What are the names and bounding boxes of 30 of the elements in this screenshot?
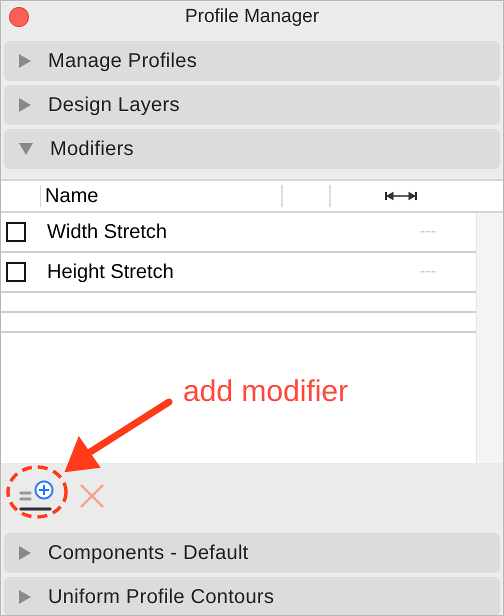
add-to-list-icon[interactable] — [19, 480, 55, 512]
expand-triangle-icon[interactable] — [18, 545, 32, 561]
annotation-circle — [5, 464, 69, 520]
table-row[interactable]: Width Stretch --- — [1, 213, 476, 253]
table-row[interactable]: Height Stretch --- — [1, 253, 476, 293]
width-icon — [385, 191, 417, 201]
section-title: Modifiers — [50, 137, 134, 162]
expand-triangle-icon[interactable] — [18, 97, 32, 113]
table-cell-text: --- — [420, 262, 436, 282]
section-title: Uniform Profile Contours — [48, 585, 274, 610]
section-header[interactable]: Uniform Profile Contours — [4, 577, 500, 615]
column-header[interactable]: Name — [41, 185, 283, 207]
checkbox[interactable] — [6, 262, 26, 282]
close-button[interactable] — [9, 7, 29, 27]
modifier-name: Height Stretch — [47, 260, 175, 285]
expand-triangle-icon[interactable] — [18, 589, 32, 605]
table-cell-text: --- — [420, 222, 436, 242]
section-title: Design Layers — [48, 93, 180, 118]
window-title: Profile Manager — [184, 4, 320, 29]
expand-triangle-icon[interactable] — [18, 53, 32, 69]
section-title: Components - Default — [48, 541, 249, 566]
section-header[interactable]: Manage Profiles — [4, 41, 500, 81]
modifier-name: Width Stretch — [47, 220, 168, 245]
collapse-triangle-icon[interactable] — [18, 142, 34, 156]
section-header[interactable]: Modifiers — [4, 129, 500, 169]
section-header[interactable]: Design Layers — [4, 85, 500, 125]
section-header[interactable]: Components - Default — [4, 533, 500, 573]
checkbox[interactable] — [6, 222, 26, 242]
section-title: Manage Profiles — [48, 49, 198, 74]
annotation-label: add modifier — [183, 374, 348, 410]
